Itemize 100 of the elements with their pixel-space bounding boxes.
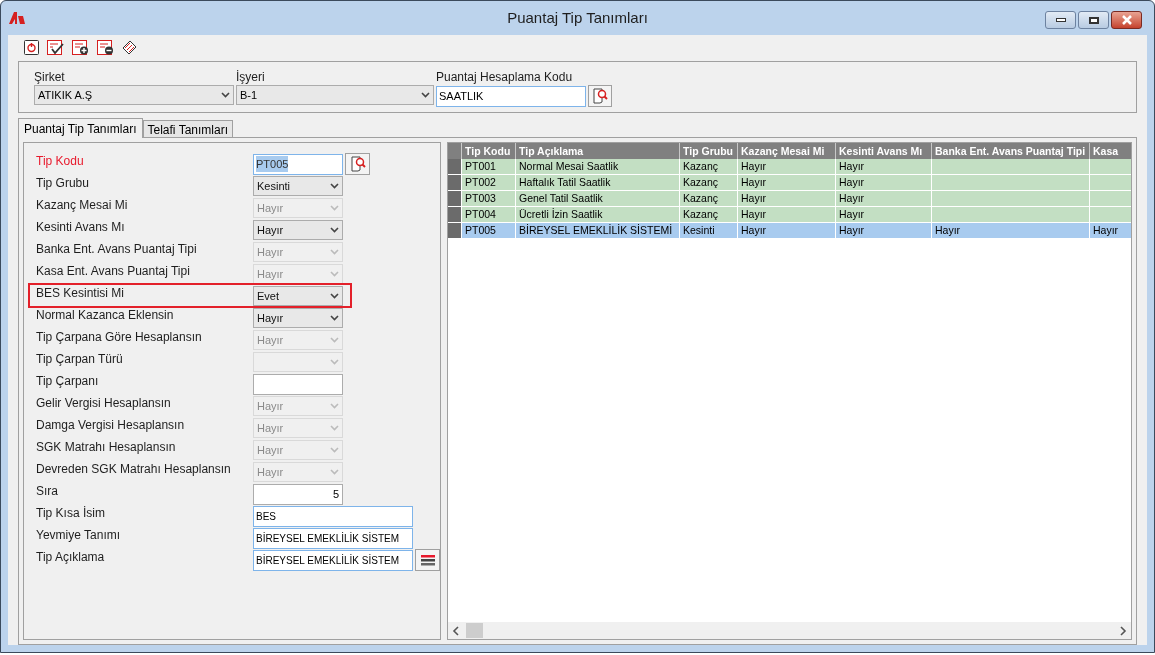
field-label: SGK Matrahı Hesaplansın [36, 439, 177, 454]
field-label: Tip Kodu [36, 153, 85, 168]
table-cell: Hayır [836, 175, 932, 190]
field-label: Kazanç Mesai Mi [36, 197, 129, 212]
dropdown-caret-icon [330, 447, 339, 453]
field-label: Tip Çarpan Türü [36, 351, 124, 366]
row-selector[interactable] [448, 191, 462, 206]
input-field[interactable]: PT005 [253, 153, 343, 175]
table-row[interactable]: PT002 Haftalık Tatil Saatlik Kazanç Hayır Hayır [448, 175, 1131, 191]
tab[interactable]: Puantaj Tip Tanımları [18, 118, 143, 138]
field-label: Kasa Ent. Avans Puantaj Tipi [36, 263, 191, 278]
table-cell: Hayır [836, 159, 932, 174]
number-field[interactable]: 5 [253, 483, 343, 505]
field-label: Kesinti Avans Mı [36, 219, 126, 234]
table-cell: PT004 [462, 207, 516, 222]
table-cell: Kazanç [680, 175, 738, 190]
table-cell: Hayır [1090, 223, 1131, 238]
table-cell: PT005 [462, 223, 516, 238]
field-label: Yevmiye Tanımı [36, 527, 122, 542]
close-button[interactable] [1111, 11, 1142, 29]
table-cell: Hayır [738, 175, 836, 190]
field-label: İşyeri [236, 70, 266, 85]
table-cell: Genel Tatil Saatlik [516, 191, 680, 206]
field-label: Puantaj Hesaplama Kodu [436, 70, 574, 85]
table-cell: Haftalık Tatil Saatlik [516, 175, 680, 190]
input-field[interactable]: SAATLIK [436, 85, 586, 107]
table-row[interactable]: PT001 Normal Mesai Saatlik Kazanç Hayır Hayır [448, 159, 1131, 175]
power-icon[interactable] [24, 39, 39, 55]
table-cell: PT003 [462, 191, 516, 206]
checklist-icon[interactable] [47, 39, 64, 55]
row-selector[interactable] [448, 223, 462, 238]
row-selector[interactable] [448, 175, 462, 190]
field-label: Damga Vergisi Hesaplansın [36, 417, 186, 432]
dropdown-caret-icon [330, 271, 339, 277]
dropdown[interactable]: Hayır [253, 220, 343, 240]
table-cell: Hayır [738, 159, 836, 174]
table-cell: Hayır [836, 191, 932, 206]
add-document-icon[interactable] [72, 39, 89, 55]
scroll-right-icon[interactable] [1119, 625, 1127, 636]
table-cell: Hayır [932, 223, 1090, 238]
input-field[interactable]: BİREYSEL EMEKLİLİK SİSTEM [253, 527, 413, 549]
table-cell: Kesinti [680, 223, 738, 238]
dropdown-caret-icon [330, 403, 339, 409]
lookup-icon [592, 88, 608, 104]
table-cell: Kazanç [680, 191, 738, 206]
dropdown[interactable]: B-1 [236, 85, 434, 105]
tab[interactable]: Telafi Tanımları [142, 120, 233, 137]
input-field[interactable]: BİREYSEL EMEKLİLİK SİSTEM [253, 549, 413, 571]
eraser-icon[interactable] [122, 39, 137, 55]
dropdown[interactable]: Evet [253, 286, 343, 306]
row-selector[interactable] [448, 207, 462, 222]
scroll-left-icon[interactable] [452, 625, 460, 636]
table-cell: Hayır [738, 191, 836, 206]
dropdown-caret-icon [330, 293, 339, 299]
field-label: Tip Çarpana Göre Hesaplansın [36, 329, 203, 344]
table-cell: Kazanç [680, 159, 738, 174]
dropdown-caret-icon [330, 315, 339, 321]
table-cell: Normal Mesai Saatlik [516, 159, 680, 174]
horizontal-scrollbar[interactable] [448, 622, 1131, 639]
table-cell: Kazanç [680, 207, 738, 222]
table-row[interactable]: PT005 BİREYSEL EMEKLİLİK SİSTEMİ Kesinti Hayır Hayır Hayır Hayır [448, 223, 1131, 239]
minimize-button[interactable] [1045, 11, 1076, 29]
field-label: Banka Ent. Avans Puantaj Tipi [36, 241, 198, 256]
dropdown[interactable]: Hayır [253, 308, 343, 328]
field-label: Normal Kazanca Eklensin [36, 307, 175, 322]
dropdown-caret-icon [330, 249, 339, 255]
dropdown[interactable]: ATIKIK A.Ş [34, 85, 234, 105]
dropdown-caret-icon [221, 92, 230, 98]
menu-button[interactable] [415, 549, 440, 571]
row-selector[interactable] [448, 159, 462, 174]
table-row[interactable]: PT004 Ücretli İzin Saatlik Kazanç Hayır Hayır [448, 207, 1131, 223]
table-cell: Hayır [836, 223, 932, 238]
dropdown-caret-icon [330, 425, 339, 431]
field-label: Tip Çarpanı [36, 373, 100, 388]
dropdown-caret-icon [330, 205, 339, 211]
table-cell: Ücretli İzin Saatlik [516, 207, 680, 222]
menu-icon [420, 554, 435, 566]
table-cell: PT001 [462, 159, 516, 174]
table-row[interactable]: PT003 Genel Tatil Saatlik Kazanç Hayır Hayır [448, 191, 1131, 207]
dropdown-caret-icon [330, 469, 339, 475]
field-label: Tip Grubu [36, 175, 90, 190]
field-label: Tip Açıklama [36, 549, 106, 564]
dropdown[interactable]: Kesinti [253, 176, 343, 196]
scroll-thumb[interactable] [466, 623, 483, 638]
table-cell: BİREYSEL EMEKLİLİK SİSTEMİ [516, 223, 680, 238]
field-label: Gelir Vergisi Hesaplansın [36, 395, 172, 410]
number-field[interactable] [253, 373, 343, 395]
table-cell: Hayır [836, 207, 932, 222]
lookup-icon [349, 156, 366, 172]
lookup-button[interactable] [345, 153, 370, 175]
lookup-button[interactable] [588, 85, 612, 107]
remove-document-icon[interactable] [97, 39, 114, 55]
table-cell: Hayır [738, 223, 836, 238]
input-field[interactable]: BES [253, 505, 413, 527]
field-label: Sıra [36, 483, 59, 498]
field-label: BES Kesintisi Mi [36, 285, 126, 300]
dropdown-caret-icon [330, 183, 339, 189]
dropdown-caret-icon [330, 227, 339, 233]
maximize-button[interactable] [1078, 11, 1109, 29]
table-cell: Hayır [738, 207, 836, 222]
